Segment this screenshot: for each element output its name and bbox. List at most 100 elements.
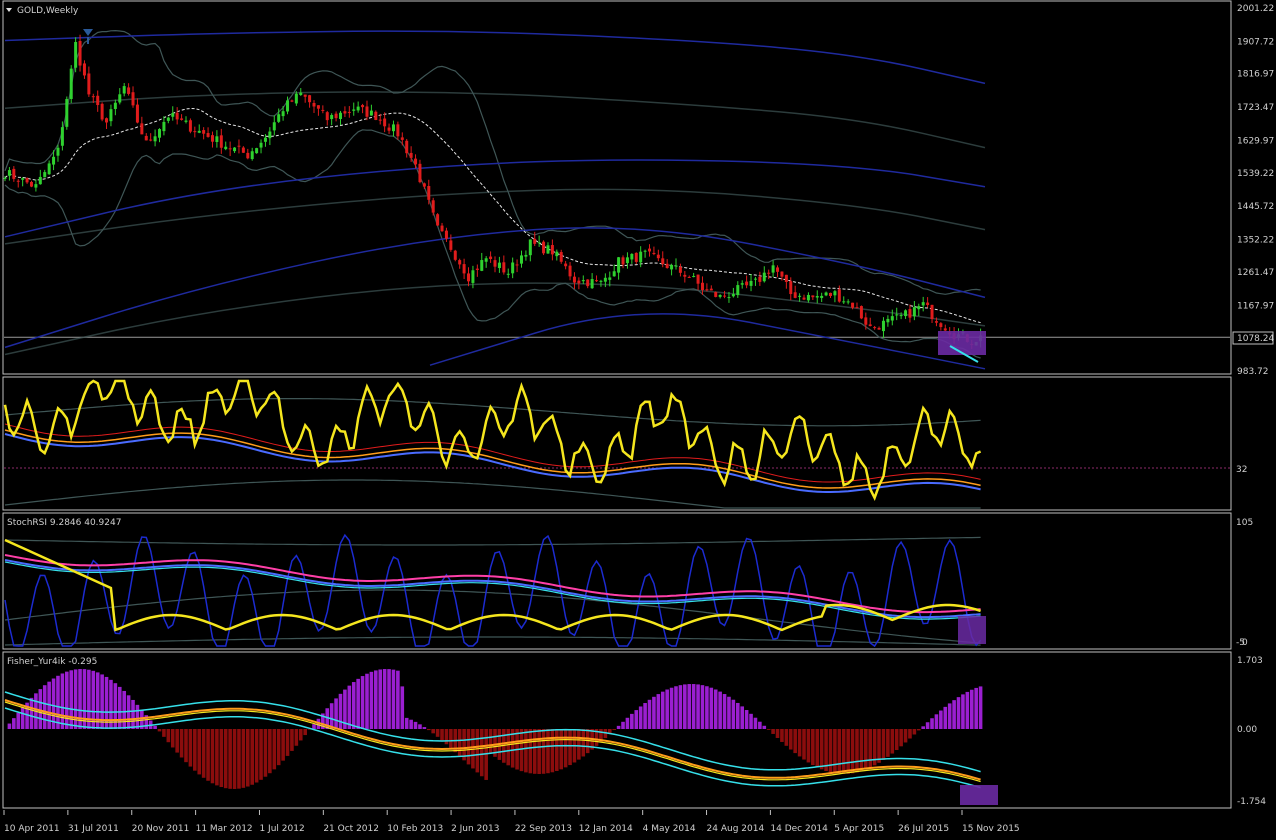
candle-body — [846, 301, 850, 303]
candle-body — [436, 214, 440, 226]
fisher-histogram-bar — [921, 726, 925, 729]
candle-body — [550, 245, 554, 255]
fisher-histogram-bar — [718, 691, 722, 729]
candle-body — [153, 136, 157, 142]
fisher-histogram-bar — [157, 729, 162, 732]
candle-body — [387, 127, 391, 131]
fisher-histogram-bar — [630, 713, 634, 729]
fisher-histogram-bar — [241, 729, 246, 788]
fisher-histogram-bar — [435, 729, 440, 737]
fisher-histogram-bar — [519, 729, 524, 772]
candle-body — [926, 302, 930, 306]
fisher-histogram-bar — [276, 729, 281, 766]
fisher-histogram-bar — [908, 729, 912, 739]
fisher-histogram-bar — [166, 729, 171, 743]
candle-body — [303, 94, 307, 97]
fisher-histogram-bar — [625, 717, 630, 729]
stoch-upper-envelope — [4, 536, 981, 546]
candle-body — [652, 252, 656, 255]
fisher-histogram-bar — [210, 729, 215, 784]
stochrsi-plot — [4, 533, 986, 648]
fisher-histogram-bar — [232, 729, 237, 789]
candle-body — [767, 272, 771, 274]
candle-body — [877, 327, 881, 330]
candle-body — [873, 327, 877, 329]
candle-body — [621, 257, 625, 265]
envelope-curve — [4, 30, 986, 85]
fisher-histogram-bar — [201, 729, 206, 778]
fisher-histogram-bar — [475, 729, 480, 773]
candle-body — [471, 270, 475, 283]
fisher-histogram-bar — [837, 729, 842, 774]
candle-body — [820, 295, 824, 298]
candle-body — [586, 279, 590, 287]
candle-body — [493, 260, 497, 267]
candle-body — [678, 267, 682, 273]
fisher-histogram-bar — [881, 729, 886, 760]
price-panel[interactable] — [2, 0, 1232, 375]
fisher-histogram-bar — [387, 669, 391, 729]
candle-body — [581, 280, 585, 282]
fisher-histogram-bar — [360, 676, 365, 729]
candle-body — [895, 314, 899, 316]
down-arrow-icon — [83, 29, 93, 36]
candle-body — [674, 265, 678, 267]
candle-body — [811, 295, 815, 298]
candle-body — [943, 328, 947, 331]
candle-body — [718, 294, 722, 297]
collapse-arrow-icon[interactable] — [6, 8, 12, 12]
candle-body — [56, 147, 60, 156]
fisher-bottom-tick: -1.754 — [1237, 797, 1266, 807]
candle-body — [462, 264, 466, 274]
candle-body — [369, 110, 373, 116]
candle-body — [939, 323, 943, 328]
candle-body — [272, 122, 276, 131]
fisher-histogram-bar — [806, 729, 811, 763]
trading-chart[interactable]: GOLD,Weekly 2001.22 1907.72 1816.97 1723.47… — [0, 0, 1276, 840]
candle-body — [798, 295, 802, 297]
candle-body — [851, 302, 855, 308]
price-bottom-tick: 983.72 — [1237, 367, 1269, 377]
candle-body — [144, 135, 148, 141]
candle-body — [334, 113, 338, 119]
candle-body — [643, 250, 647, 252]
fisher-histogram-bar — [281, 729, 285, 761]
fisher-histogram-bar — [722, 694, 727, 729]
candle-body — [338, 112, 342, 119]
candle-body — [3, 177, 7, 179]
candle-body — [210, 135, 214, 142]
fisher-histogram-bar — [947, 703, 952, 729]
candle-body — [665, 263, 669, 268]
fisher-histogram-bar — [925, 722, 930, 729]
time-label: 21 Oct 2012 — [323, 824, 379, 834]
fisher-histogram-bar — [60, 673, 65, 729]
fisher-histogram-bar — [329, 703, 334, 729]
oscillator-panel[interactable] — [2, 376, 1232, 511]
fisher-histogram-bar — [683, 684, 687, 729]
fisher-histogram-bar — [219, 729, 224, 788]
candle-body — [458, 260, 462, 265]
fisher-histogram-bar — [846, 729, 850, 774]
fisher-histogram-bar — [382, 669, 387, 729]
time-label: 4 May 2014 — [643, 824, 696, 834]
fisher-histogram-bar — [916, 729, 921, 731]
fisher-histogram-bar — [170, 729, 175, 748]
candle-body — [815, 296, 819, 298]
stochrsi-panel[interactable] — [2, 512, 1232, 650]
fisher-histogram-bar — [965, 691, 970, 729]
candle-body — [908, 309, 912, 318]
fisher-histogram-bar — [894, 729, 899, 751]
fisher-histogram-bar — [886, 729, 890, 757]
fisher-histogram-bar — [771, 729, 775, 734]
time-label: 12 Jan 2014 — [579, 824, 633, 834]
fisher-histogram-bar — [38, 689, 43, 729]
candle-body — [277, 114, 281, 122]
fisher-histogram-bar — [969, 689, 974, 729]
candle-body — [502, 262, 506, 273]
fisher-histogram-bar — [868, 729, 873, 768]
candle-body — [515, 264, 519, 266]
candle-body — [661, 258, 665, 265]
fisher-histogram-bar — [378, 669, 383, 729]
candle-body — [837, 289, 841, 302]
candle-body — [727, 297, 731, 299]
